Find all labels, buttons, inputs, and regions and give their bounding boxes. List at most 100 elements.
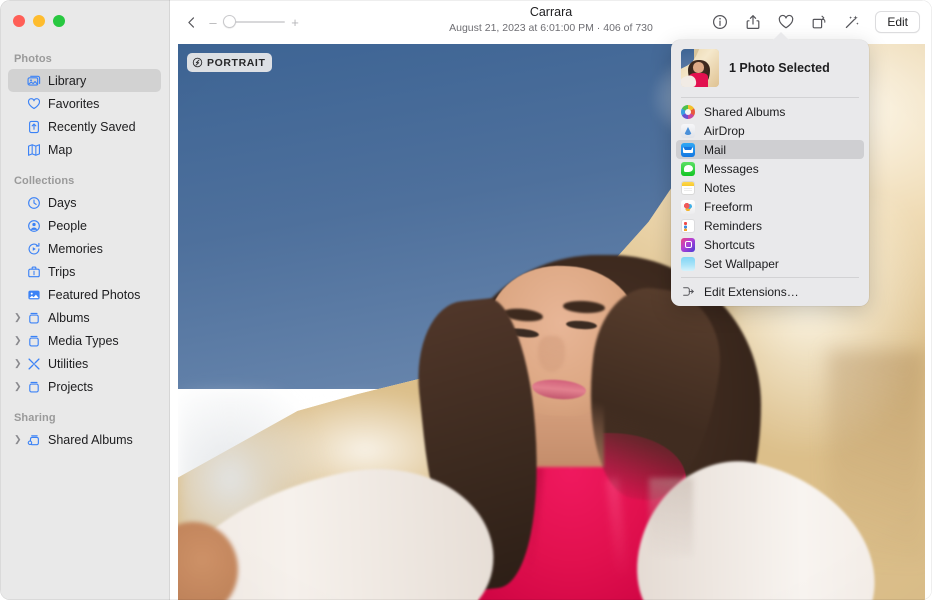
zoom-control[interactable]: – + [208, 15, 300, 29]
freeform-app-icon [681, 200, 695, 214]
chevron-right-icon[interactable]: ❯ [14, 336, 25, 345]
traffic-lights [0, 0, 169, 36]
mail-app-icon [681, 143, 695, 157]
sidebar-item-label: Projects [48, 380, 93, 394]
zoom-slider-thumb[interactable] [223, 15, 236, 28]
chevron-right-icon[interactable]: ❯ [14, 382, 25, 391]
chevron-right-icon[interactable]: ❯ [14, 359, 25, 368]
share-option-shortcuts[interactable]: Shortcuts [676, 235, 864, 254]
sidebar-item-shared-albums[interactable]: ❯ Shared Albums [8, 428, 161, 451]
aperture-icon [192, 57, 203, 68]
zoom-in-label[interactable]: + [290, 16, 300, 29]
sidebar-item-label: Days [48, 196, 76, 210]
sidebar-item-media-types[interactable]: ❯ Media Types [8, 329, 161, 352]
sidebar-item-utilities[interactable]: ❯ Utilities [8, 352, 161, 375]
share-option-messages[interactable]: Messages [676, 159, 864, 178]
share-option-reminders[interactable]: Reminders [676, 216, 864, 235]
recently-saved-icon [25, 120, 42, 134]
sidebar-item-recently-saved[interactable]: Recently Saved [8, 115, 161, 138]
zoom-out-label[interactable]: – [208, 16, 218, 29]
sidebar-item-trips[interactable]: Trips [8, 260, 161, 283]
edit-extensions-item[interactable]: Edit Extensions… [676, 282, 864, 301]
sidebar-item-label: Shared Albums [48, 433, 133, 447]
sidebar-item-days[interactable]: Days [8, 191, 161, 214]
badge-label: PORTRAIT [207, 57, 265, 69]
minimize-button[interactable] [33, 15, 45, 27]
favorite-heart-icon[interactable] [775, 11, 797, 33]
sidebar-item-people[interactable]: People [8, 214, 161, 237]
sidebar-item-memories[interactable]: Memories [8, 237, 161, 260]
reminders-app-icon [681, 219, 695, 233]
extensions-icon [681, 285, 695, 299]
status-badge[interactable]: PORTRAIT [187, 53, 272, 72]
share-option-set-wallpaper[interactable]: Set Wallpaper [676, 254, 864, 273]
edit-button[interactable]: Edit [875, 11, 920, 33]
share-option-shared-albums[interactable]: Shared Albums [676, 102, 864, 121]
sidebar-item-label: Library [48, 74, 86, 88]
shared-albums-app-icon [681, 105, 695, 119]
sidebar-section-collections: Collections [0, 175, 169, 191]
sidebar-section-sharing: Sharing [0, 412, 169, 428]
info-icon[interactable] [709, 11, 731, 33]
person-icon [25, 219, 42, 233]
heart-icon [25, 97, 42, 111]
sidebar-item-label: Albums [48, 311, 90, 325]
sidebar-item-label: Memories [48, 242, 103, 256]
toolbar: – + Carrara August 21, 2023 at 6:01:00 P… [170, 0, 932, 44]
edit-extensions-label: Edit Extensions… [704, 285, 859, 299]
chevron-right-icon[interactable]: ❯ [14, 435, 25, 444]
maximize-button[interactable] [53, 15, 65, 27]
divider [681, 277, 859, 278]
memories-icon [25, 242, 42, 256]
thumb-face [693, 62, 704, 73]
sidebar-item-label: Favorites [48, 97, 99, 111]
sidebar-item-map[interactable]: Map [8, 138, 161, 161]
toolbar-actions: Edit [709, 11, 920, 33]
close-button[interactable] [13, 15, 25, 27]
sidebar-section-photos: Photos [0, 53, 169, 69]
sidebar-item-label: Map [48, 143, 72, 157]
notes-app-icon [681, 181, 695, 195]
share-option-label: Reminders [704, 219, 859, 233]
wallpaper-icon [681, 257, 695, 271]
library-icon [25, 74, 42, 88]
album-icon [25, 334, 42, 348]
sidebar-item-albums[interactable]: ❯ Albums [8, 306, 161, 329]
sidebar-item-label: Media Types [48, 334, 119, 348]
sidebar-item-featured-photos[interactable]: Featured Photos [8, 283, 161, 306]
sidebar-item-library[interactable]: Library [8, 69, 161, 92]
zoom-slider[interactable] [223, 15, 285, 29]
sidebar: Photos Library Favorites Recently Saved … [0, 0, 170, 600]
share-icon[interactable] [742, 11, 764, 33]
messages-app-icon [681, 162, 695, 176]
share-option-mail[interactable]: Mail [676, 140, 864, 159]
sidebar-item-label: Featured Photos [48, 288, 140, 302]
featured-photos-icon [25, 288, 42, 302]
divider [681, 97, 859, 98]
share-option-freeform[interactable]: Freeform [676, 197, 864, 216]
back-button[interactable] [178, 9, 204, 35]
share-option-label: Notes [704, 181, 859, 195]
share-option-label: Set Wallpaper [704, 257, 859, 271]
selected-photo-thumbnail [681, 49, 719, 87]
shared-album-icon [25, 433, 42, 447]
share-option-label: Shortcuts [704, 238, 859, 252]
share-option-label: Mail [704, 143, 859, 157]
trips-icon [25, 265, 42, 279]
sidebar-item-favorites[interactable]: Favorites [8, 92, 161, 115]
album-icon [25, 311, 42, 325]
rotate-icon[interactable] [808, 11, 830, 33]
share-option-notes[interactable]: Notes [676, 178, 864, 197]
chevron-right-icon[interactable]: ❯ [14, 313, 25, 322]
share-option-airdrop[interactable]: AirDrop [676, 121, 864, 140]
share-option-label: AirDrop [704, 124, 859, 138]
photos-app-window: Photos Library Favorites Recently Saved … [0, 0, 932, 600]
share-option-label: Shared Albums [704, 105, 859, 119]
sidebar-item-projects[interactable]: ❯ Projects [8, 375, 161, 398]
auto-enhance-icon[interactable] [841, 11, 863, 33]
airdrop-icon [681, 124, 695, 138]
utilities-icon [25, 357, 42, 371]
share-option-label: Messages [704, 162, 859, 176]
share-option-label: Freeform [704, 200, 859, 214]
share-popover: 1 Photo Selected Shared Albums AirDrop M… [671, 40, 869, 306]
